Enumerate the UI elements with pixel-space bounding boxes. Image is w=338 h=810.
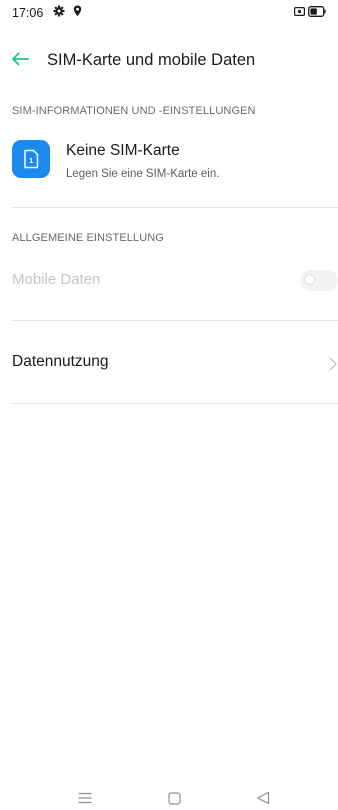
screen-record-icon <box>294 7 305 16</box>
section-header-sim: SIM-INFORMATIONEN UND -EINSTELLUNGEN <box>12 105 256 117</box>
menu-icon[interactable] <box>78 792 92 804</box>
toggle-knob <box>304 274 315 285</box>
status-bar: 17:06 <box>0 0 338 26</box>
app-header: SIM-Karte und mobile Daten <box>0 44 338 76</box>
sim-card-icon: 1 <box>12 140 50 178</box>
back-triangle-icon[interactable] <box>256 791 270 805</box>
page-title: SIM-Karte und mobile Daten <box>47 51 256 69</box>
mobile-data-label: Mobile Daten <box>12 271 101 288</box>
home-icon[interactable] <box>168 792 181 805</box>
divider <box>12 403 338 404</box>
arrow-left-icon[interactable] <box>8 47 32 71</box>
svg-text:1: 1 <box>29 156 33 165</box>
mobile-data-row: Mobile Daten <box>0 258 338 302</box>
location-pin-icon <box>73 5 82 17</box>
sim-card-subtitle: Legen Sie eine SIM-Karte ein. <box>66 168 220 180</box>
divider <box>12 207 338 208</box>
chevron-right-icon <box>329 357 337 371</box>
status-time: 17:06 <box>12 6 44 20</box>
sim-card-title: Keine SIM-Karte <box>66 142 180 159</box>
section-header-general: ALLGEMEINE EINSTELLUNG <box>12 232 164 244</box>
data-usage-row[interactable]: Datennutzung <box>0 342 338 386</box>
navigation-bar <box>0 786 338 810</box>
data-usage-label: Datennutzung <box>12 353 109 370</box>
divider <box>12 320 338 321</box>
sim-card-row[interactable]: 1 Keine SIM-Karte Legen Sie eine SIM-Kar… <box>0 130 338 192</box>
mobile-data-toggle[interactable] <box>300 270 338 291</box>
gear-icon <box>53 5 65 17</box>
battery-icon <box>308 6 326 17</box>
